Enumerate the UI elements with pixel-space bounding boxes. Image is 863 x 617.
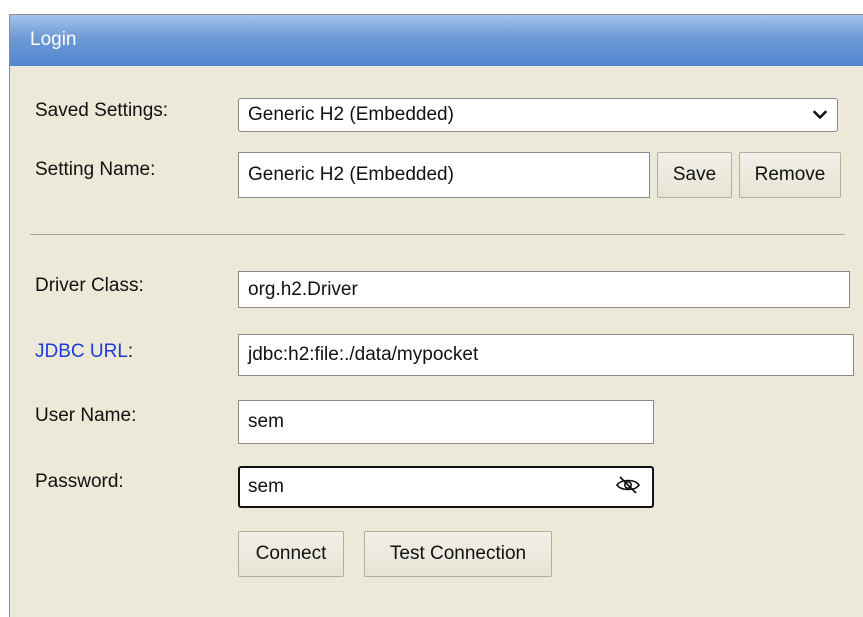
- eye-slash-icon[interactable]: [615, 475, 641, 495]
- setting-name-label: Setting Name:: [35, 159, 156, 180]
- user-name-label: User Name:: [35, 405, 137, 426]
- login-title-bar: Login: [10, 15, 863, 66]
- login-title: Login: [30, 29, 77, 50]
- jdbc-url-colon: :: [127, 341, 134, 362]
- login-panel: Login Saved Settings: Generic H2 (Embedd…: [9, 14, 863, 617]
- jdbc-url-label: JDBC URL:: [35, 341, 133, 363]
- saved-settings-select[interactable]: Generic H2 (Embedded): [238, 98, 838, 132]
- setting-name-input[interactable]: Generic H2 (Embedded): [238, 152, 650, 198]
- saved-settings-value: Generic H2 (Embedded): [248, 104, 454, 125]
- section-divider: [30, 234, 845, 235]
- saved-settings-label: Saved Settings:: [35, 100, 169, 121]
- remove-button[interactable]: Remove: [739, 152, 841, 198]
- password-value: sem: [248, 476, 284, 497]
- connect-button[interactable]: Connect: [238, 531, 344, 577]
- jdbc-url-input[interactable]: jdbc:h2:file:./data/mypocket: [238, 334, 854, 376]
- password-label: Password:: [35, 471, 124, 492]
- test-connection-button[interactable]: Test Connection: [364, 531, 552, 577]
- user-name-input[interactable]: sem: [238, 400, 654, 444]
- jdbc-url-link[interactable]: JDBC URL: [35, 341, 128, 362]
- driver-class-input[interactable]: org.h2.Driver: [238, 271, 850, 308]
- password-input[interactable]: sem: [238, 466, 654, 508]
- chevron-down-icon: [813, 110, 827, 119]
- save-button[interactable]: Save: [657, 152, 732, 198]
- driver-class-label: Driver Class:: [35, 275, 144, 296]
